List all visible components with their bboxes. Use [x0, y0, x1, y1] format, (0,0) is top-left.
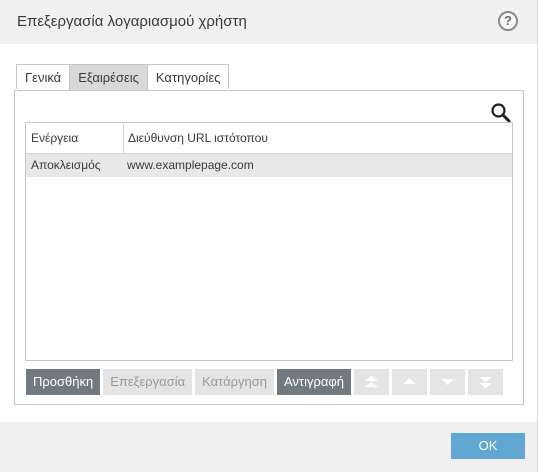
- exceptions-table: Ενέργεια Διεύθυνση URL ιστότοπου Αποκλει…: [25, 122, 513, 361]
- help-icon[interactable]: ?: [498, 11, 518, 31]
- edit-button[interactable]: Επεξεργασία: [103, 369, 193, 395]
- move-up-icon: [403, 378, 417, 384]
- table-row[interactable]: Αποκλεισμός www.examplepage.com: [26, 154, 512, 177]
- column-header-action[interactable]: Ενέργεια: [31, 123, 78, 153]
- move-bottom-icon: [479, 377, 493, 388]
- move-up-button[interactable]: [392, 369, 428, 395]
- dialog-footer: OK: [0, 422, 537, 472]
- row-action-cell: Αποκλεισμός: [31, 158, 101, 172]
- move-top-icon: [365, 376, 379, 387]
- edit-user-account-dialog: Επεξεργασία λογαριασμού χρήστη ? Γενικά …: [0, 0, 538, 472]
- tab-general[interactable]: Γενικά: [16, 64, 71, 89]
- copy-button[interactable]: Αντιγραφή: [277, 369, 352, 395]
- column-header-url[interactable]: Διεύθυνση URL ιστότοπου: [123, 123, 268, 153]
- table-toolbar: Προσθήκη Επεξεργασία Κατάργηση Αντιγραφή: [26, 369, 506, 395]
- dialog-title: Επεξεργασία λογαριασμού χρήστη: [17, 13, 247, 30]
- move-down-icon: [441, 379, 455, 385]
- tab-exceptions[interactable]: Εξαιρέσεις: [69, 64, 148, 90]
- move-top-button[interactable]: [354, 369, 390, 395]
- add-button[interactable]: Προσθήκη: [26, 369, 101, 395]
- row-url-cell: www.examplepage.com: [127, 158, 254, 172]
- dialog-content: Γενικά Εξαιρέσεις Κατηγορίες Ενέργεια Δι…: [0, 44, 537, 422]
- title-bar: Επεξεργασία λογαριασμού χρήστη ?: [0, 0, 537, 44]
- table-header: Ενέργεια Διεύθυνση URL ιστότοπου: [26, 123, 512, 154]
- tab-categories[interactable]: Κατηγορίες: [146, 64, 230, 89]
- search-icon[interactable]: [490, 102, 512, 124]
- move-bottom-button[interactable]: [468, 369, 504, 395]
- ok-button[interactable]: OK: [451, 433, 525, 459]
- remove-button[interactable]: Κατάργηση: [195, 369, 274, 395]
- tab-strip: Γενικά Εξαιρέσεις Κατηγορίες: [16, 64, 230, 90]
- move-down-button[interactable]: [430, 369, 466, 395]
